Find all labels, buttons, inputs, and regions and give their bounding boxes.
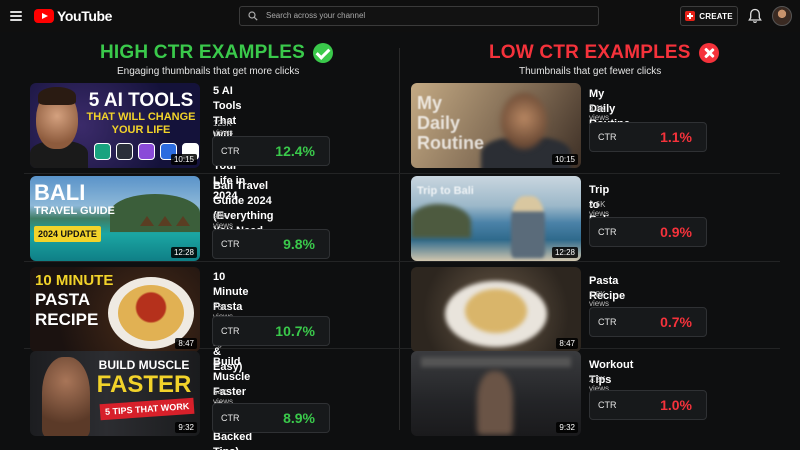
low-ctr-subheading: Thumbnails that get fewer clicks [519, 66, 662, 77]
youtube-logo[interactable]: YouTube [34, 8, 112, 24]
search-placeholder: Search across your channel [266, 11, 366, 20]
ctr-value: 1.1% [660, 129, 692, 145]
column-divider [399, 48, 400, 430]
video-duration: 8:47 [175, 338, 197, 349]
ai-app-icon [116, 143, 133, 160]
search-icon [248, 11, 258, 21]
search-input[interactable]: Search across your channel [239, 6, 599, 26]
bell-icon[interactable] [748, 8, 762, 24]
video-thumbnail[interactable]: Trip to Bali 12:28 [411, 176, 581, 261]
thumbnail-text: THAT WILL CHANGE [86, 111, 196, 123]
thumbnail-tag: 5 TIPS THAT WORK [99, 397, 195, 421]
high-ctr-subheading: Engaging thumbnails that get more clicks [117, 66, 300, 77]
ctr-value: 1.0% [660, 397, 692, 413]
row-divider [24, 261, 780, 262]
ctr-label: CTR [598, 132, 617, 142]
low-ctr-heading: LOW CTR EXAMPLES [489, 42, 719, 64]
row-divider [24, 173, 780, 174]
ctr-value: 9.8% [283, 236, 315, 252]
thumbnail-text: My Daily Routine [417, 93, 484, 153]
ctr-label: CTR [598, 317, 617, 327]
ctr-label: CTR [221, 239, 240, 249]
video-thumbnail[interactable]: 5 AI TOOLS THAT WILL CHANGE YOUR LIFE 10… [30, 83, 200, 168]
thumbnail-text: RECIPE [35, 310, 99, 329]
video-duration: 9:32 [175, 422, 197, 433]
video-duration: 10:15 [170, 154, 197, 165]
ctr-value: 10.7% [275, 323, 315, 339]
video-thumbnail[interactable]: 10 MINUTE PASTA RECIPE 8:47 [30, 267, 200, 352]
thumbnail-tag: 2024 UPDATE [34, 226, 101, 242]
menu-icon[interactable] [10, 11, 22, 21]
ctr-value: 0.7% [660, 314, 692, 330]
video-thumbnail[interactable]: 8:47 [411, 267, 581, 352]
create-label: CREATE [699, 11, 733, 21]
video-duration: 12:28 [551, 247, 578, 258]
top-bar: YouTube Search across your channel CREAT… [0, 0, 800, 32]
high-ctr-title: HIGH CTR EXAMPLES [100, 42, 306, 63]
thumbnail-text: BUILD MUSCLE [98, 358, 190, 372]
ctr-value: 0.9% [660, 224, 692, 240]
x-icon [698, 43, 719, 63]
video-duration: 9:32 [556, 422, 578, 433]
thumbnail-text: FASTER [96, 371, 192, 398]
video-thumbnail[interactable]: BUILD MUSCLE FASTER 5 TIPS THAT WORK 9:3… [30, 351, 200, 436]
ctr-box: CTR 0.9% [589, 217, 707, 247]
ctr-value: 12.4% [275, 143, 315, 159]
ctr-label: CTR [598, 227, 617, 237]
ctr-box: CTR 8.9% [212, 403, 330, 433]
video-thumbnail[interactable]: BALI TRAVEL GUIDE 2024 UPDATE 12:28 [30, 176, 200, 261]
create-button[interactable]: CREATE [680, 6, 738, 26]
ctr-box: CTR 1.0% [589, 390, 707, 420]
ctr-box: CTR 12.4% [212, 136, 330, 166]
ctr-label: CTR [598, 400, 617, 410]
thumbnail-text: YOUR LIFE [111, 124, 171, 136]
thumbnail-text: 10 MINUTE [35, 272, 114, 289]
ctr-box: CTR 0.7% [589, 307, 707, 337]
ctr-label: CTR [221, 146, 240, 156]
check-icon [313, 43, 334, 63]
thumbnail-text: TRAVEL GUIDE [34, 205, 115, 217]
ctr-box: CTR 9.8% [212, 229, 330, 259]
video-thumbnail[interactable]: 9:32 [411, 351, 581, 436]
logo-text: YouTube [57, 8, 113, 24]
thumbnail-text: Trip to Bali [417, 185, 474, 197]
ctr-box: CTR 10.7% [212, 316, 330, 346]
video-thumbnail[interactable]: My Daily Routine 10:15 [411, 83, 581, 168]
ctr-label: CTR [221, 326, 240, 336]
ctr-box: CTR 1.1% [589, 122, 707, 152]
youtube-logo-icon [34, 9, 54, 23]
thumbnail-text: PASTA [35, 290, 91, 309]
ctr-value: 8.9% [283, 410, 315, 426]
high-ctr-heading: HIGH CTR EXAMPLES [100, 42, 334, 64]
video-duration: 12:28 [170, 247, 197, 258]
ctr-label: CTR [221, 413, 240, 423]
ai-app-icon [138, 143, 155, 160]
video-duration: 10:15 [551, 154, 578, 165]
create-plus-icon [685, 11, 696, 21]
chatgpt-icon [94, 143, 111, 160]
thumbnail-text: BALI [34, 180, 86, 205]
thumbnail-text: 5 AI TOOLS [88, 90, 194, 111]
low-ctr-title: LOW CTR EXAMPLES [489, 42, 691, 63]
avatar[interactable] [772, 6, 792, 26]
video-duration: 8:47 [556, 338, 578, 349]
